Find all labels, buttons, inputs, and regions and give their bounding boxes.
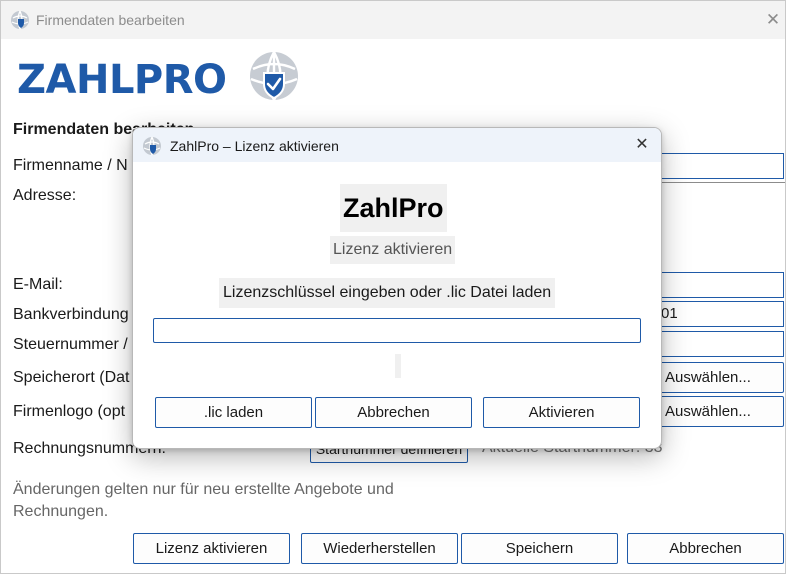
label-logo: Firmenlogo (opt xyxy=(13,403,126,420)
logo-auswaehlen-button[interactable]: Auswählen... xyxy=(656,396,784,427)
window-title: Firmendaten bearbeiten xyxy=(36,12,185,28)
speichern-button[interactable]: Speichern xyxy=(461,533,618,564)
label-steuer: Steuernummer / xyxy=(13,336,128,353)
dialog-app-icon xyxy=(143,136,161,156)
globe-shield-icon xyxy=(250,51,298,101)
abbrechen-button[interactable]: Abbrechen xyxy=(627,533,784,564)
dialog-subtitle: Lizenz aktivieren xyxy=(330,236,456,264)
close-icon[interactable]: ✕ xyxy=(761,10,785,30)
dialog-close-icon[interactable]: ✕ xyxy=(631,135,653,155)
lizenz-aktivieren-button[interactable]: Lizenz aktivieren xyxy=(133,533,290,564)
dialog-title: ZahlPro – Lizenz aktivieren xyxy=(170,138,339,154)
firmenname-field[interactable] xyxy=(656,153,784,179)
dialog-titlebar: ZahlPro – Lizenz aktivieren ✕ xyxy=(133,128,661,162)
app-icon xyxy=(11,10,29,30)
dialog-abbrechen-button[interactable]: Abbrechen xyxy=(315,397,472,428)
steuer-field[interactable] xyxy=(656,331,784,357)
status-indicator xyxy=(395,354,401,378)
main-titlebar: Firmendaten bearbeiten ✕ xyxy=(1,1,785,39)
wiederherstellen-button[interactable]: Wiederherstellen xyxy=(301,533,458,564)
label-bank: Bankverbindung xyxy=(13,306,129,323)
logo-wordmark: ZAHLPRO xyxy=(17,57,227,103)
label-firmenname: Firmenname / N xyxy=(13,157,128,174)
bank-field-value: 01 xyxy=(661,305,678,322)
bank-field[interactable]: 01 xyxy=(656,301,784,327)
changes-note: Änderungen gelten nur für neu erstellte … xyxy=(13,481,394,520)
speicherort-auswaehlen-button[interactable]: Auswählen... xyxy=(656,362,784,393)
divider-line xyxy=(661,182,785,183)
dialog-instruction: Lizenzschlüssel eingeben oder .lic Datei… xyxy=(219,278,556,308)
license-key-input[interactable] xyxy=(153,318,641,343)
label-speicherort: Speicherort (Dat xyxy=(13,369,130,386)
email-field[interactable] xyxy=(656,272,784,298)
label-adresse: Adresse: xyxy=(13,187,77,204)
label-email: E-Mail: xyxy=(13,276,63,293)
license-dialog: ZahlPro – Lizenz aktivieren ✕ ZahlPro Li… xyxy=(132,127,662,449)
aktivieren-button[interactable]: Aktivieren xyxy=(483,397,640,428)
lic-laden-button[interactable]: .lic laden xyxy=(155,397,312,428)
dialog-brand: ZahlPro xyxy=(340,184,447,232)
